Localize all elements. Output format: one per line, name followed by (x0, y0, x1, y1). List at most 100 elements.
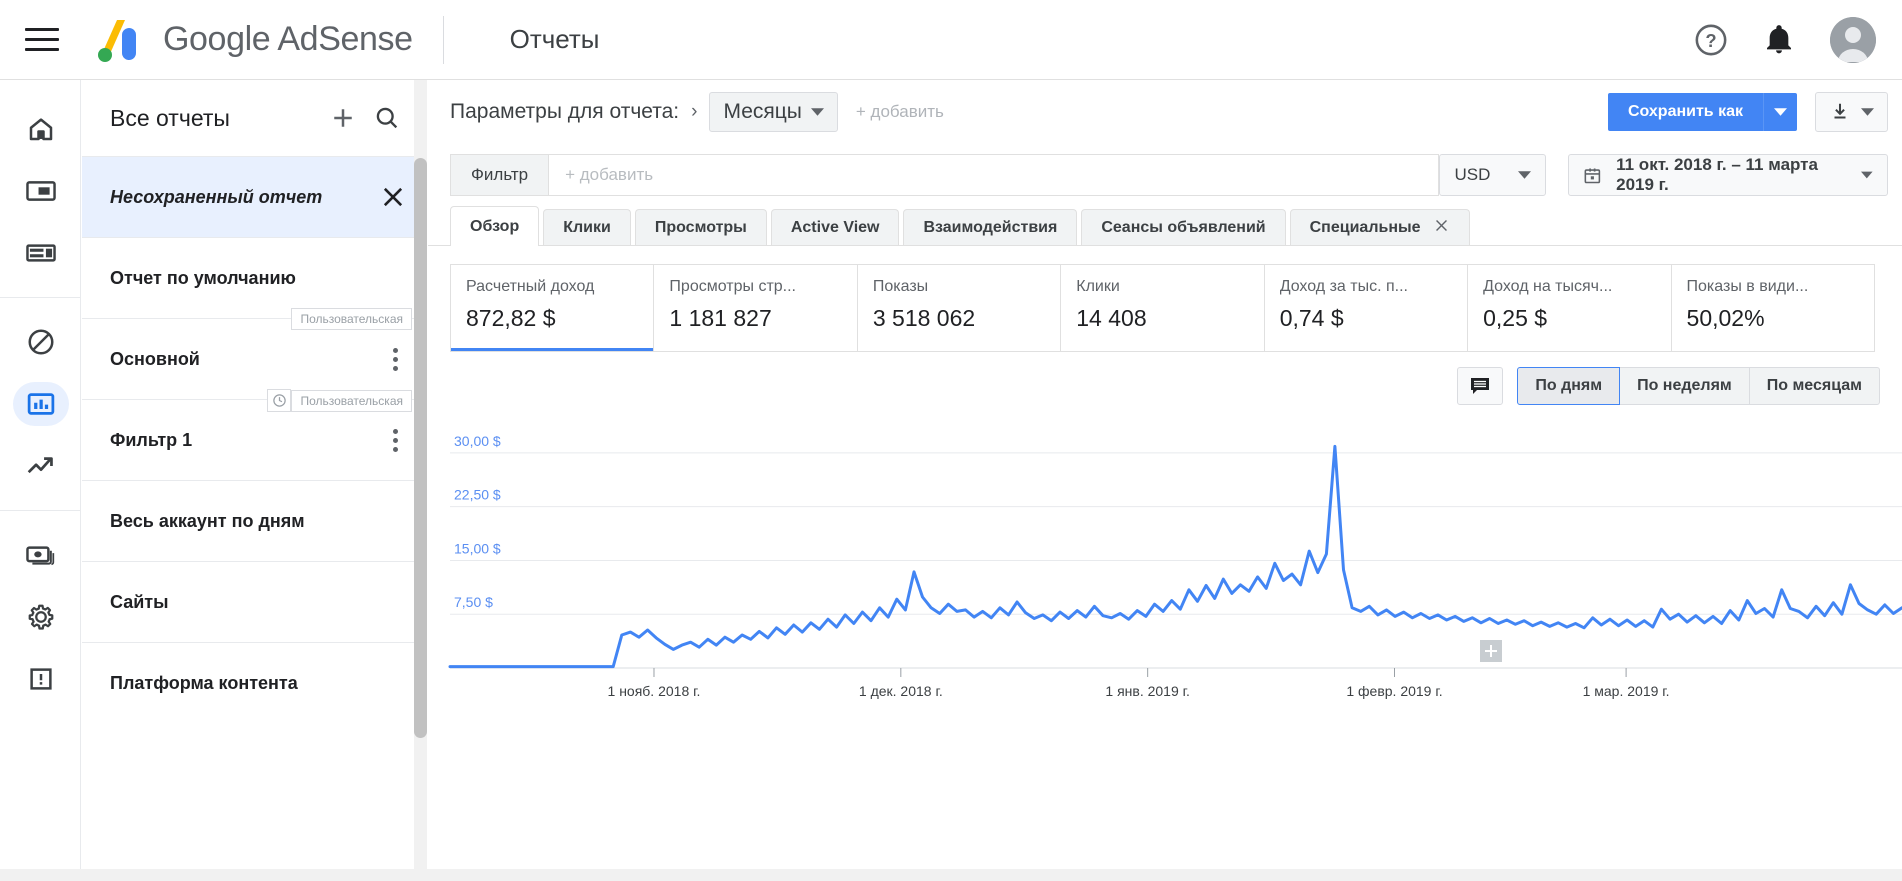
more-options-icon[interactable] (380, 423, 410, 457)
report-type-badge: Пользовательская (291, 308, 412, 330)
chart-canvas[interactable]: 7,50 $ 15,00 $ 22,50 $ 30,00 $ 1 нояб. 2018 … (428, 418, 1902, 703)
reports-panel-title: Все отчеты (110, 104, 230, 131)
report-list-item[interactable]: Отчет по умолчанию (82, 237, 426, 318)
report-list-item[interactable]: Сайты (82, 561, 426, 642)
metric-card-label: Показы (872, 278, 929, 295)
save-as-button[interactable]: Сохранить как (1607, 93, 1763, 131)
money-icon (25, 546, 54, 566)
sidebar-item-feedback[interactable] (0, 648, 81, 710)
save-as-dropdown-arrow[interactable] (1763, 93, 1797, 131)
report-list-item[interactable]: Пользовательская Фильтр 1 (82, 389, 426, 480)
date-range-picker[interactable]: 11 окт. 2018 г. – 11 марта 2019 г. (1568, 154, 1888, 196)
sidebar-item-reports[interactable] (0, 373, 81, 435)
divider (442, 15, 444, 64)
metric-card[interactable]: Показы в види... 50,02% (1672, 265, 1874, 351)
tab-3[interactable]: Просмотры (634, 209, 767, 245)
metric-card[interactable]: Расчетный доход 872,82 $ (451, 265, 655, 351)
report-list-item[interactable]: Несохраненный отчет (82, 156, 426, 237)
feedback-icon (29, 668, 52, 690)
clock-icon (267, 389, 292, 412)
sidebar-item-home[interactable] (0, 98, 81, 160)
currency-select[interactable]: USD (1439, 154, 1547, 196)
report-list-item[interactable]: Платформа контента (82, 642, 426, 723)
metric-cards: Расчетный доход 872,82 $ Просмотры стр... 1… (450, 264, 1875, 352)
tab-7[interactable]: Специальные (1289, 209, 1470, 245)
tab-6[interactable]: Сеансы объявлений (1081, 209, 1286, 245)
metric-card[interactable]: Просмотры стр... 1 181 827 (654, 265, 858, 351)
close-icon[interactable] (376, 180, 410, 214)
metric-card-value: 0,74 $ (1279, 305, 1344, 331)
reports-panel-scrollbar-track[interactable] (414, 80, 427, 881)
metric-card[interactable]: Доход на тысяч... 0,25 $ (1468, 265, 1672, 351)
granularity-button[interactable]: По неделям (1619, 367, 1750, 405)
comment-icon[interactable] (1457, 367, 1504, 405)
sidebar-item-ads[interactable] (0, 160, 81, 222)
date-range-value: 11 окт. 2018 г. – 11 марта 2019 г. (1616, 155, 1818, 194)
save-as-split-button: Сохранить как (1607, 93, 1797, 131)
chart-x-tick-label: 1 февр. 2019 г. (1346, 683, 1442, 699)
download-icon (1834, 103, 1846, 119)
params-label: Параметры для отчета: (450, 100, 680, 123)
avatar[interactable] (1830, 16, 1876, 63)
chart-x-tick-label: 1 янв. 2019 г. (1105, 683, 1190, 699)
bell-icon[interactable] (1762, 23, 1796, 57)
dimension-chip-label: Месяцы (723, 100, 802, 123)
divider (0, 510, 81, 511)
report-badges: Пользовательская (267, 389, 412, 412)
reports-panel-scrollbar-thumb[interactable] (414, 158, 427, 738)
layout-icon (25, 244, 56, 262)
sidebar-item-optimization[interactable] (0, 435, 81, 497)
tab-4[interactable]: Active View (770, 209, 900, 245)
chart-y-tick-label: 30,00 $ (454, 433, 501, 449)
metric-card-label: Доход за тыс. п... (1279, 278, 1408, 295)
report-list-item-label: Несохраненный отчет (110, 186, 323, 207)
chart-y-tick-label: 22,50 $ (454, 487, 501, 503)
sidebar-item-blocking-controls[interactable] (0, 311, 81, 373)
metric-card[interactable]: Доход за тыс. п... 0,74 $ (1265, 265, 1469, 351)
metric-card-value: 14 408 (1076, 305, 1147, 331)
brand-logo[interactable]: Google AdSense (95, 16, 413, 64)
metric-card-value: 3 518 062 (872, 305, 976, 331)
plus-icon[interactable] (326, 101, 360, 135)
chart-annotation-marker[interactable] (1480, 640, 1502, 662)
report-list-item[interactable]: Весь аккаунт по дням (82, 480, 426, 561)
currency-value: USD (1454, 165, 1491, 184)
chart-y-tick-label: 15,00 $ (454, 540, 501, 556)
sidebar-item-payments[interactable] (0, 524, 81, 586)
dimension-chip-months[interactable]: Месяцы (709, 92, 838, 132)
tab-1[interactable]: Обзор (450, 206, 540, 246)
search-icon[interactable] (370, 101, 404, 135)
filter-input-box[interactable]: Фильтр + добавить (450, 154, 1440, 196)
add-dimension-link[interactable]: + добавить (856, 102, 944, 122)
tab-label: Клики (563, 218, 611, 236)
tab-2[interactable]: Клики (543, 209, 631, 245)
report-list-item[interactable]: Пользовательская Основной (82, 308, 426, 399)
close-icon[interactable] (1433, 217, 1450, 239)
granularity-button[interactable]: По дням (1517, 367, 1621, 405)
revenue-chart[interactable]: 7,50 $ 15,00 $ 22,50 $ 30,00 $ 1 нояб. 2018 … (428, 418, 1902, 703)
tab-label: Active View (790, 218, 880, 236)
top-app-bar: Google AdSense Отчеты ? (0, 0, 1902, 80)
chevron-down-icon (1861, 108, 1874, 116)
sidebar-item-sites-layout[interactable] (0, 222, 81, 284)
download-button[interactable] (1815, 92, 1888, 132)
hamburger-menu-icon[interactable] (25, 20, 65, 60)
filter-tag-label: Фильтр (451, 155, 550, 195)
divider (0, 297, 81, 298)
page-horizontal-scrollbar[interactable] (0, 869, 1902, 881)
more-options-icon[interactable] (380, 342, 410, 376)
report-badges: Пользовательская (291, 308, 412, 330)
filter-row: Фильтр + добавить USD 11 окт. 2018 г. – … (428, 144, 1902, 206)
granularity-button[interactable]: По месяцам (1748, 367, 1880, 405)
sidebar-item-settings[interactable] (0, 586, 81, 648)
report-params-row: Параметры для отчета: › Месяцы + добавит… (428, 80, 1902, 144)
help-icon[interactable]: ? (1694, 23, 1728, 57)
svg-text:?: ? (1705, 30, 1716, 51)
tab-label: Просмотры (654, 218, 747, 236)
tab-5[interactable]: Взаимодействия (903, 209, 1078, 245)
chart-line-series[interactable] (448, 444, 1902, 669)
metric-card[interactable]: Клики 14 408 (1061, 265, 1265, 351)
filter-input[interactable]: + добавить (549, 155, 1438, 195)
chevron-down-icon (1861, 171, 1873, 179)
metric-card[interactable]: Показы 3 518 062 (858, 265, 1062, 351)
